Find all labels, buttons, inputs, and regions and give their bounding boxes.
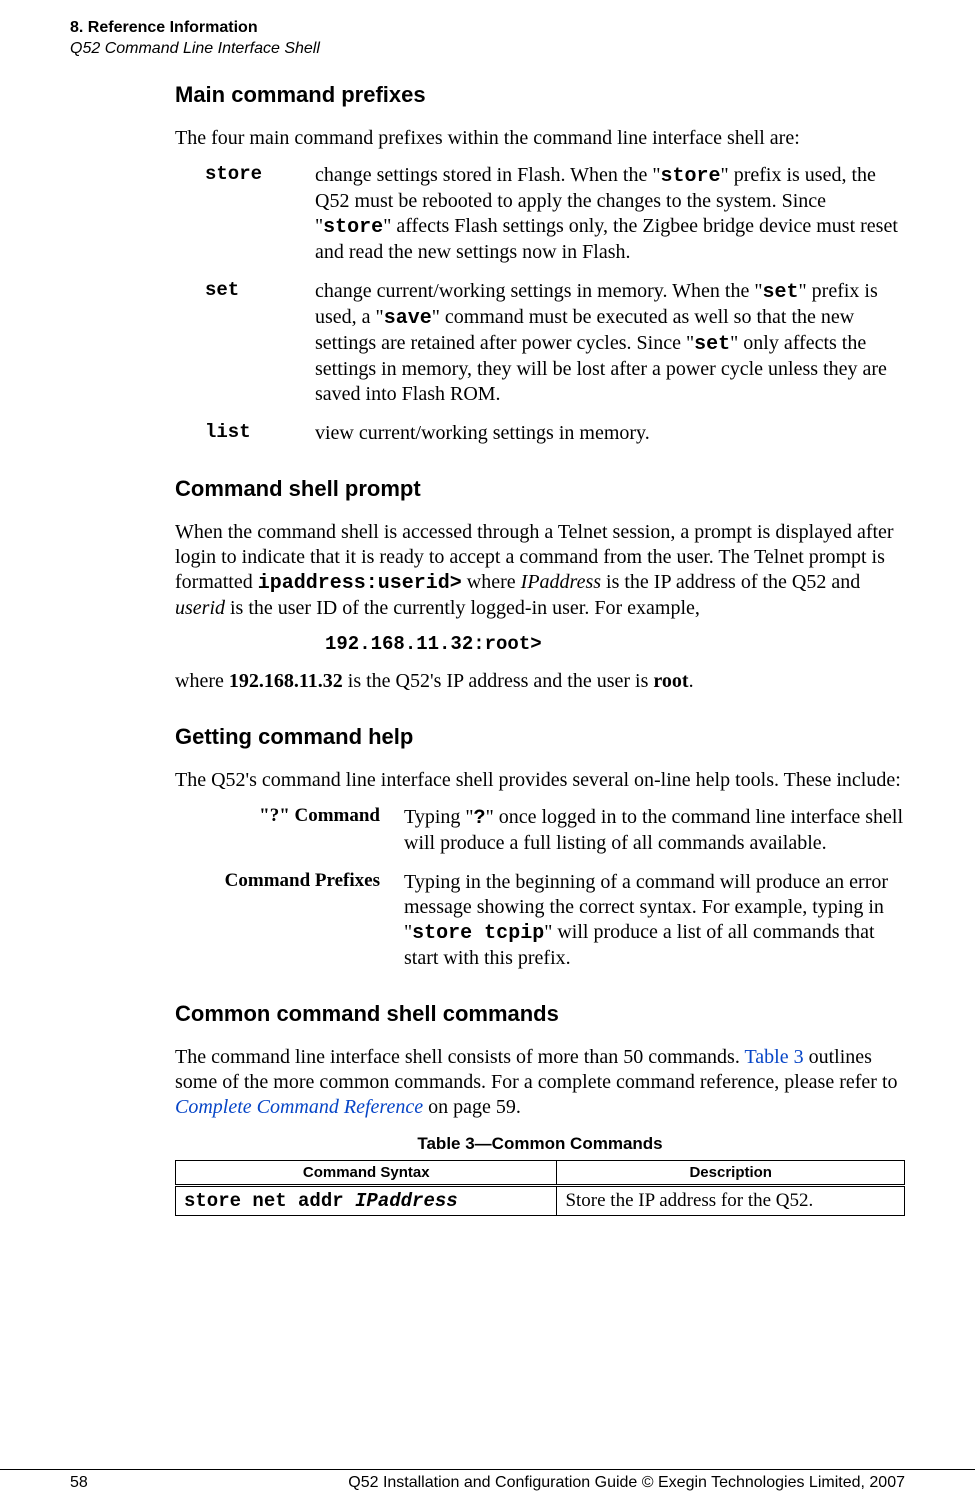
text: on page 59.: [423, 1096, 521, 1118]
prompt-paragraph-2: where 192.168.11.32 is the Q52's IP addr…: [175, 669, 905, 694]
page: 8. Reference Information Q52 Command Lin…: [0, 0, 975, 1512]
code: ipaddress:userid>: [258, 572, 462, 595]
chapter-subtitle: Q52 Command Line Interface Shell: [70, 39, 905, 60]
prefix-row-set: set change current/working settings in m…: [205, 279, 905, 407]
th-description: Description: [557, 1160, 905, 1185]
cross-ref-link[interactable]: Complete Command Reference: [175, 1096, 423, 1118]
text: change current/working settings in memor…: [315, 280, 763, 302]
prefix-term: list: [205, 421, 315, 446]
keyword: store: [323, 216, 383, 239]
help-desc: Typing "?" once logged in to the command…: [404, 805, 905, 856]
keyword: ?: [474, 807, 486, 830]
heading-prefixes: Main command prefixes: [175, 82, 905, 108]
text: where: [462, 571, 521, 593]
emphasis: userid: [175, 597, 225, 619]
text: change settings stored in Flash. When th…: [315, 164, 661, 186]
help-intro: The Q52's command line interface shell p…: [175, 768, 905, 793]
emphasis: IPaddress: [521, 571, 601, 593]
help-row-prefixes: Command Prefixes Typing in the beginning…: [190, 870, 905, 971]
keyword: set: [763, 281, 799, 304]
example-prompt: 192.168.11.32:root>: [325, 633, 905, 655]
keyword: set: [694, 333, 730, 356]
cell-command: store net addr IPaddress: [176, 1185, 557, 1215]
footer-text: Q52 Installation and Configuration Guide…: [348, 1474, 905, 1492]
help-desc: Typing in the beginning of a command wil…: [404, 870, 905, 971]
cross-ref-link[interactable]: Table 3: [744, 1046, 803, 1068]
keyword: store: [661, 165, 721, 188]
heading-common: Common command shell commands: [175, 1001, 905, 1027]
text: Typing ": [404, 806, 474, 828]
help-term: "?" Command: [190, 805, 404, 856]
keyword: store tcpip: [412, 922, 544, 945]
main-content: Main command prefixes The four main comm…: [175, 82, 905, 1216]
bold-text: 192.168.11.32: [229, 670, 343, 692]
prefix-term: store: [205, 163, 315, 265]
command-param: IPaddress: [355, 1190, 458, 1212]
prefixes-intro: The four main command prefixes within th…: [175, 126, 905, 151]
bold-text: root: [653, 670, 688, 692]
common-commands-table: Command Syntax Description store net add…: [175, 1160, 905, 1216]
prefix-row-store: store change settings stored in Flash. W…: [205, 163, 905, 265]
page-footer: 58 Q52 Installation and Configuration Gu…: [0, 1469, 975, 1492]
text: is the user ID of the currently logged-i…: [225, 597, 700, 619]
prefix-row-list: list view current/working settings in me…: [205, 421, 905, 446]
prefix-desc: change settings stored in Flash. When th…: [315, 163, 905, 265]
help-list: "?" Command Typing "?" once logged in to…: [190, 805, 905, 971]
table-row: store net addr IPaddress Store the IP ad…: [176, 1185, 905, 1215]
text: is the Q52's IP address and the user is: [343, 670, 654, 692]
prefix-desc: view current/working settings in memory.: [315, 421, 905, 446]
chapter-title: 8. Reference Information: [70, 18, 905, 39]
keyword: save: [384, 307, 432, 330]
heading-prompt: Command shell prompt: [175, 476, 905, 502]
table-caption: Table 3—Common Commands: [175, 1134, 905, 1154]
prefix-term: set: [205, 279, 315, 407]
page-number: 58: [70, 1474, 88, 1492]
text: where: [175, 670, 229, 692]
text: .: [689, 670, 694, 692]
cell-description: Store the IP address for the Q52.: [557, 1185, 905, 1215]
text: The command line interface shell consist…: [175, 1046, 744, 1068]
th-syntax: Command Syntax: [176, 1160, 557, 1185]
common-paragraph: The command line interface shell consist…: [175, 1045, 905, 1120]
prefix-desc: change current/working settings in memor…: [315, 279, 905, 407]
prefix-list: store change settings stored in Flash. W…: [205, 163, 905, 446]
table-header-row: Command Syntax Description: [176, 1160, 905, 1185]
help-term: Command Prefixes: [190, 870, 404, 971]
heading-help: Getting command help: [175, 724, 905, 750]
command-text: store net addr: [184, 1190, 355, 1212]
text: " affects Flash settings only, the Zigbe…: [315, 215, 898, 263]
running-header: 8. Reference Information Q52 Command Lin…: [70, 18, 905, 60]
text: is the IP address of the Q52 and: [601, 571, 860, 593]
help-row-question: "?" Command Typing "?" once logged in to…: [190, 805, 905, 856]
prompt-paragraph-1: When the command shell is accessed throu…: [175, 520, 905, 621]
